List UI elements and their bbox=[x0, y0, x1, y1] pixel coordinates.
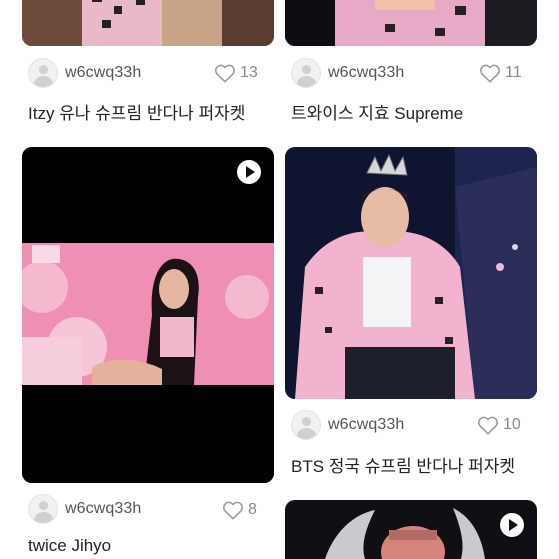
play-triangle bbox=[246, 166, 255, 178]
post-author-3[interactable]: w6cwq33h bbox=[28, 494, 141, 524]
like-button[interactable]: 8 bbox=[222, 498, 257, 522]
like-count: 10 bbox=[503, 416, 521, 433]
heart-outline-icon bbox=[215, 64, 235, 83]
post-image-2[interactable] bbox=[285, 0, 537, 46]
post-author-4[interactable]: w6cwq33h bbox=[291, 410, 404, 440]
default-avatar-icon bbox=[28, 58, 58, 88]
default-avatar-icon bbox=[291, 58, 321, 88]
heart-outline-icon bbox=[223, 501, 243, 520]
like-count: 13 bbox=[240, 64, 258, 81]
post-author-1[interactable]: w6cwq33h bbox=[28, 58, 141, 88]
post-video-5[interactable] bbox=[285, 500, 537, 559]
post-photo-4 bbox=[285, 147, 537, 399]
post-title[interactable]: 트와이스 지효 Supreme bbox=[291, 99, 463, 124]
video-frame bbox=[22, 147, 274, 483]
like-button[interactable]: 13 bbox=[214, 61, 258, 85]
username: w6cwq33h bbox=[328, 416, 405, 433]
like-button[interactable]: 11 bbox=[479, 61, 522, 85]
username: w6cwq33h bbox=[65, 500, 142, 517]
post-video-3[interactable] bbox=[22, 147, 274, 483]
post-photo-1 bbox=[22, 0, 274, 46]
like-count: 8 bbox=[248, 501, 257, 518]
heart-outline-icon bbox=[480, 64, 500, 83]
default-avatar-icon bbox=[28, 494, 58, 524]
video-frame bbox=[285, 500, 537, 559]
heart-outline-icon bbox=[478, 416, 498, 435]
play-icon[interactable] bbox=[500, 513, 524, 537]
post-photo-2 bbox=[285, 0, 537, 46]
default-avatar-icon bbox=[291, 410, 321, 440]
post-image-4[interactable] bbox=[285, 147, 537, 399]
play-triangle bbox=[509, 519, 518, 531]
username: w6cwq33h bbox=[65, 64, 142, 81]
post-image-1[interactable] bbox=[22, 0, 274, 46]
like-count: 11 bbox=[505, 64, 522, 81]
post-title[interactable]: twice Jihyo bbox=[28, 536, 111, 556]
play-icon[interactable] bbox=[237, 160, 261, 184]
post-title[interactable]: Itzy 유나 슈프림 반다나 퍼자켓 bbox=[28, 99, 245, 124]
post-title[interactable]: BTS 정국 슈프림 반다나 퍼자켓 bbox=[291, 452, 515, 477]
like-button[interactable]: 10 bbox=[477, 413, 521, 437]
username: w6cwq33h bbox=[328, 64, 405, 81]
post-author-2[interactable]: w6cwq33h bbox=[291, 58, 404, 88]
